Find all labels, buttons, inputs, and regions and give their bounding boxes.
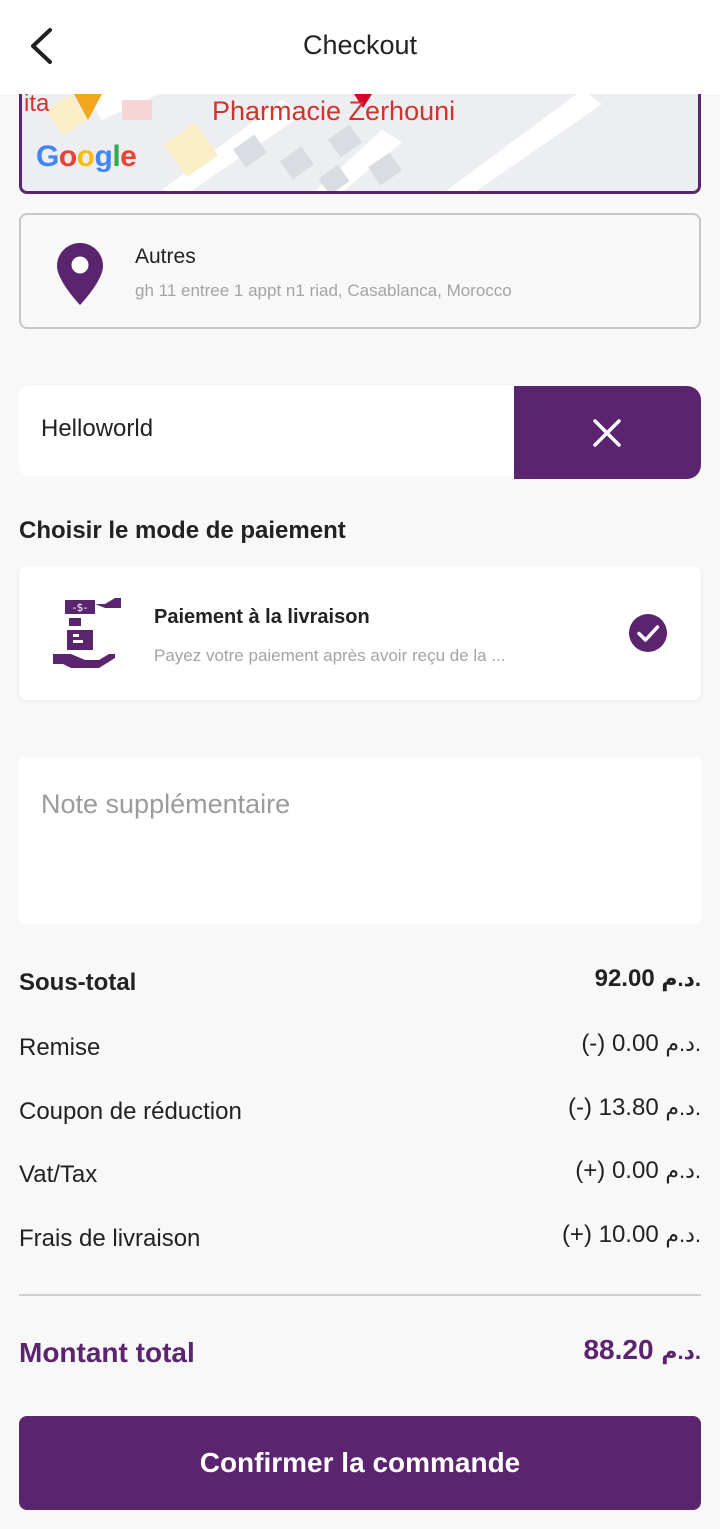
subtotal-label: Sous-total [19, 969, 137, 996]
app-header: Checkout [0, 0, 720, 94]
map-place-label: Pharmacie Zerhouni [212, 96, 456, 126]
coupon-clear-button[interactable] [514, 386, 701, 479]
close-icon [593, 419, 621, 447]
coupon-discount-label: Coupon de réduction [19, 1098, 242, 1125]
additional-note-field[interactable]: Note supplémentaire [19, 757, 701, 924]
note-placeholder: Note supplémentaire [41, 789, 291, 819]
map-partial-label: ita [24, 90, 50, 117]
discount-value: (-) 0.00 د.م. [581, 1030, 701, 1057]
payment-section-title: Choisir le mode de paiement [19, 517, 346, 544]
discount-label: Remise [19, 1034, 101, 1061]
page-title: Checkout [302, 30, 418, 60]
delivery-fee-label: Frais de livraison [19, 1225, 201, 1252]
svg-text:-$-: -$- [73, 601, 88, 614]
payment-method-title: Paiement à la livraison [154, 606, 370, 628]
vat-tax-label: Vat/Tax [19, 1161, 98, 1188]
total-value: 88.20 د.م. [583, 1334, 701, 1365]
subtotal-value: 92.00 د.م. [594, 965, 701, 992]
address-type: Autres [135, 245, 196, 268]
payment-method-cod[interactable]: -$- Paiement à la livraison Payez votre … [19, 566, 701, 700]
vat-tax-value: (+) 0.00 د.م. [575, 1157, 701, 1184]
location-pin-icon [57, 243, 103, 305]
coupon-input[interactable]: Helloworld [19, 386, 514, 476]
delivery-fee-value: (+) 10.00 د.م. [561, 1221, 701, 1248]
delivery-address-card[interactable]: Autres gh 11 entree 1 appt n1 riad, Casa… [19, 213, 701, 329]
total-label: Montant total [19, 1337, 195, 1368]
confirm-order-button[interactable]: Confirmer la commande [19, 1416, 701, 1510]
summary-divider [19, 1294, 701, 1296]
payment-method-description: Payez votre paiement après avoir reçu de… [154, 646, 506, 665]
coupon-value: Helloworld [41, 415, 154, 442]
coupon-discount-value: (-) 13.80 د.م. [567, 1094, 701, 1121]
cash-on-delivery-icon: -$- [53, 598, 121, 668]
check-circle-icon [629, 614, 667, 652]
google-logo: Google [36, 140, 137, 173]
address-line: gh 11 entree 1 appt n1 riad, Casablanca,… [135, 281, 512, 300]
